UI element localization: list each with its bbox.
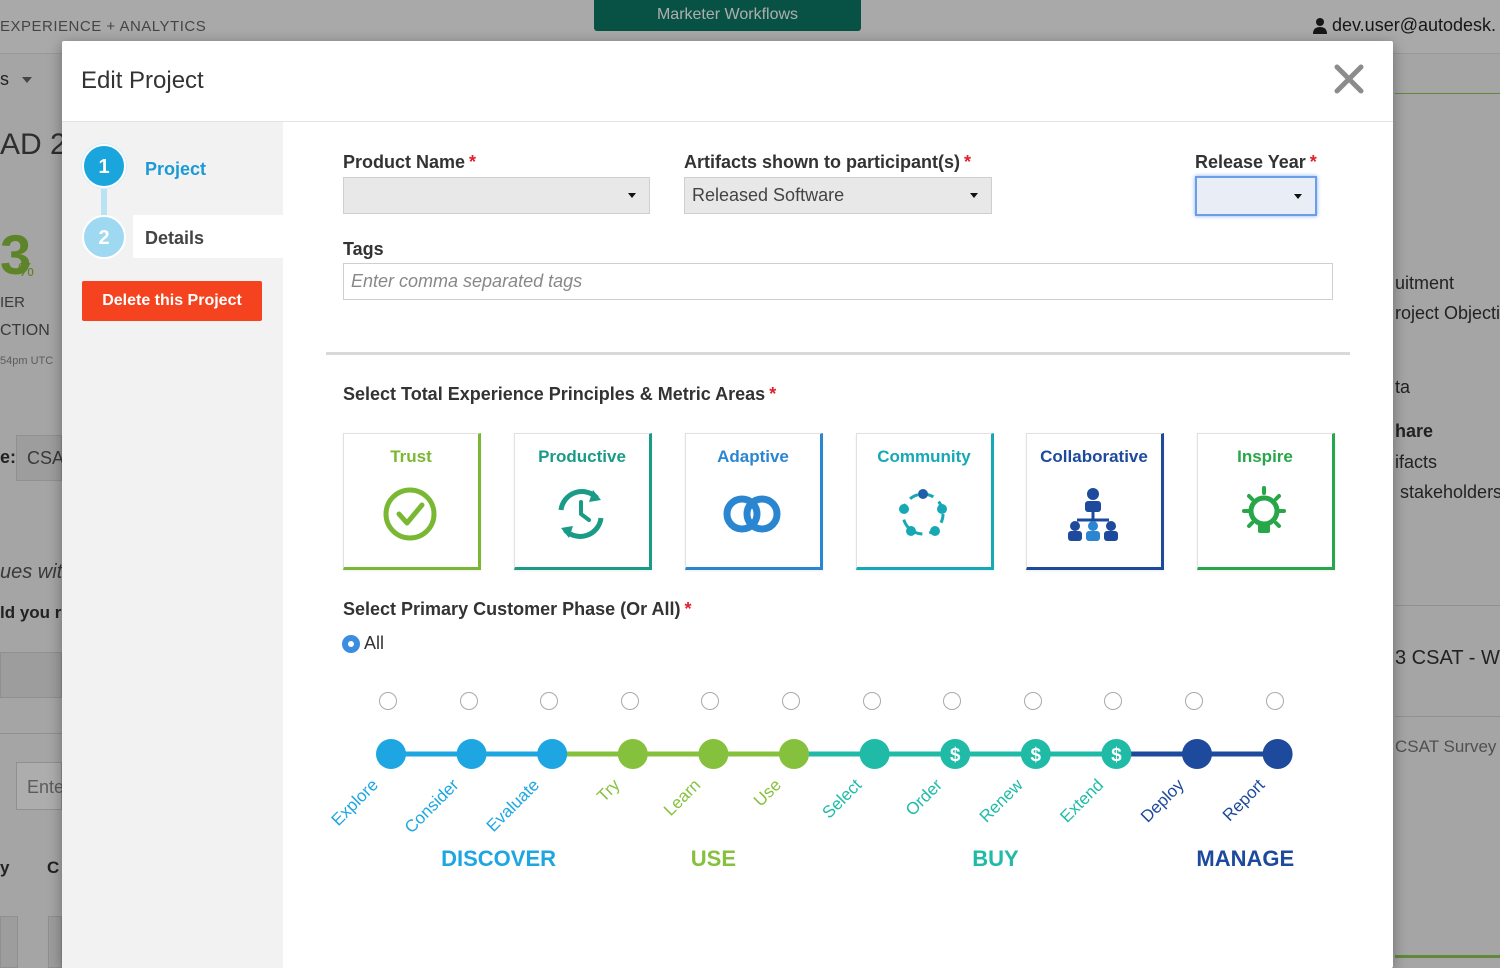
- journey-stage-dot: [859, 739, 890, 769]
- check-circle-icon: [383, 487, 437, 541]
- journey-stage-label: Evaluate: [483, 775, 543, 835]
- close-button[interactable]: [1331, 61, 1367, 97]
- product-name-label: Product Name *: [343, 152, 477, 172]
- close-x-icon: [1334, 64, 1364, 94]
- artifacts-label: Artifacts shown to participant(s) *: [684, 152, 972, 172]
- phase-radio-select[interactable]: [862, 692, 881, 710]
- journey-stage-label: Order: [902, 775, 946, 819]
- journey-stage-label: Explore: [328, 775, 382, 829]
- card-title: Adaptive: [717, 447, 789, 466]
- principle-card-community[interactable]: Community: [856, 433, 994, 570]
- journey-stage-explore: Explore: [328, 739, 406, 830]
- card-title: Community: [877, 447, 971, 466]
- phase-radio-consider[interactable]: [459, 692, 478, 710]
- release-year-select[interactable]: [1195, 176, 1317, 216]
- card-title: Productive: [538, 447, 626, 466]
- journey-stage-dot: [456, 739, 487, 769]
- dollar-icon: $: [1031, 745, 1042, 766]
- journey-phase-use: USE: [690, 846, 737, 871]
- phase-radio-explore[interactable]: [379, 692, 397, 710]
- journey-stage-label: Renew: [976, 775, 1027, 826]
- journey-stage-dot: [376, 739, 406, 769]
- journey-stage-select: Select: [819, 739, 890, 822]
- principle-card-trust[interactable]: Trust: [343, 433, 481, 570]
- principle-card-collaborative[interactable]: Collaborative: [1026, 433, 1164, 570]
- org-chart-icon: [1068, 488, 1118, 541]
- product-name-select[interactable]: [343, 177, 650, 214]
- all-phases-label: All: [364, 633, 385, 653]
- chevron-down-icon: [1294, 194, 1302, 199]
- step-1-badge[interactable]: 1: [82, 144, 126, 188]
- principles-label: Select Total Experience Principles & Met…: [343, 384, 777, 404]
- principle-card-productive[interactable]: Productive: [514, 433, 652, 570]
- cycle-clock-icon: [558, 489, 604, 539]
- journey-stage-label: Use: [750, 775, 785, 810]
- journey-stage-label: Try: [593, 775, 624, 806]
- card-title: Trust: [390, 447, 432, 466]
- wizard-sidebar: 1 Project Details 2 Delete this Project: [62, 122, 283, 968]
- step-2-badge[interactable]: 2: [82, 215, 126, 259]
- card-title: Inspire: [1237, 447, 1293, 466]
- principle-card-inspire[interactable]: Inspire: [1197, 433, 1335, 570]
- tags-label: Tags: [343, 239, 384, 259]
- journey-stage-dot: [1182, 739, 1212, 769]
- phase-label: Select Primary Customer Phase (Or All) *: [343, 599, 692, 619]
- artifacts-select[interactable]: Released Software: [684, 177, 992, 214]
- journey-stage-use: Use: [750, 739, 809, 810]
- journey-stage-dot: [779, 739, 809, 769]
- journey-stage-dot: [537, 739, 568, 769]
- release-year-label: Release Year *: [1195, 152, 1317, 172]
- journey-stage-label: Select: [819, 775, 866, 822]
- phase-radio-report[interactable]: [1265, 692, 1284, 710]
- modal-title: Edit Project: [81, 67, 204, 94]
- dollar-icon: $: [1111, 745, 1122, 766]
- delete-project-button[interactable]: Delete this Project: [82, 281, 262, 321]
- step-2-tab[interactable]: Details: [133, 215, 283, 258]
- phase-radio-use[interactable]: [782, 692, 800, 710]
- chevron-down-icon: [628, 193, 636, 198]
- phase-radio-deploy[interactable]: [1185, 692, 1203, 710]
- card-title: Collaborative: [1040, 447, 1148, 466]
- journey-stage-label: Deploy: [1137, 775, 1188, 826]
- journey-stage-label: Consider: [401, 775, 463, 837]
- section-divider: [326, 352, 1350, 355]
- lightbulb-icon: [1242, 486, 1286, 533]
- phase-radio-extend[interactable]: [1104, 692, 1123, 710]
- phase-radio-try[interactable]: [620, 692, 639, 710]
- journey-stage-order: $Order: [902, 739, 971, 820]
- journey-phase-manage: MANAGE: [1196, 846, 1295, 871]
- step-2-label: Details: [145, 228, 205, 248]
- step-1-label[interactable]: Project: [145, 159, 206, 180]
- phase-radio-evaluate[interactable]: [540, 692, 559, 710]
- journey-stage-label: Extend: [1056, 775, 1107, 826]
- journey-stage-label: Learn: [660, 775, 704, 819]
- journey-stage-dot: [617, 739, 648, 769]
- journey-stage-dot: [1262, 739, 1293, 769]
- journey-phase-buy: BUY: [972, 846, 1019, 871]
- journey-phase-discover: DISCOVER: [441, 846, 557, 871]
- phase-radio-renew[interactable]: [1023, 692, 1042, 710]
- all-phases-radio[interactable]: All: [342, 633, 384, 654]
- phase-radio-learn[interactable]: [701, 692, 720, 710]
- journey-stage-learn: Learn: [660, 739, 729, 820]
- customer-journey-diagram: Explore Consider Evaluate Try Learn Use Select…: [328, 739, 1293, 837]
- edit-project-modal: Edit Project 1 Project Details 2 Delete …: [62, 41, 1393, 968]
- phase-radio-order[interactable]: [943, 692, 962, 710]
- chevron-down-icon: [970, 193, 978, 198]
- form-content: Product Name * Artifacts shown to partici…: [283, 122, 1393, 968]
- radio-selected-icon: [342, 634, 360, 653]
- linked-rings-icon: [723, 495, 781, 533]
- people-circle-icon: [899, 489, 947, 536]
- modal-header: Edit Project: [62, 41, 1393, 122]
- journey-stage-dot: [698, 739, 729, 769]
- principle-card-adaptive[interactable]: Adaptive: [685, 433, 823, 570]
- dollar-icon: $: [950, 745, 961, 766]
- journey-stage-try: Try: [593, 739, 648, 806]
- journey-stage-label: Report: [1219, 775, 1269, 825]
- step-connector: [101, 186, 107, 218]
- tags-input[interactable]: [343, 263, 1333, 300]
